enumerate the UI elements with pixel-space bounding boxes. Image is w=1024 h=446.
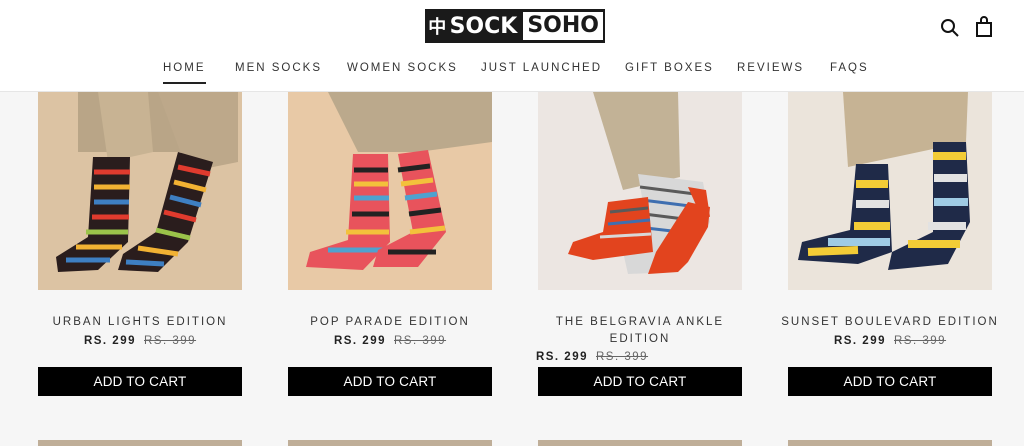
next-row-image (288, 440, 492, 446)
compare-price: RS. 399 (394, 335, 447, 347)
next-row-image (38, 440, 242, 446)
add-to-cart-button[interactable]: ADD TO CART (538, 367, 742, 396)
product-price: RS. 299 RS. 399 (38, 335, 242, 347)
product-image[interactable] (288, 92, 492, 290)
add-to-cart-button[interactable]: ADD TO CART (288, 367, 492, 396)
product-title[interactable]: POP PARADE EDITION (278, 314, 502, 331)
product-price: RS. 299 RS. 399 (490, 351, 694, 363)
nav-men-socks[interactable]: MEN SOCKS (235, 62, 322, 74)
logo-mark: 中 (428, 17, 447, 37)
add-to-cart-button[interactable]: ADD TO CART (38, 367, 242, 396)
logo-text-sock: SOCK (449, 13, 518, 39)
main-nav: HOME MEN SOCKS WOMEN SOCKS JUST LAUNCHED… (0, 58, 1024, 92)
sale-price: RS. 299 (535, 351, 588, 363)
product-title[interactable]: THE BELGRAVIA ANKLE EDITION (528, 314, 752, 348)
nav-just-launched[interactable]: JUST LAUNCHED (481, 62, 602, 74)
sale-price: RS. 299 (83, 335, 136, 347)
search-icon[interactable] (940, 18, 960, 38)
next-row-image (788, 440, 992, 446)
nav-women-socks[interactable]: WOMEN SOCKS (347, 62, 458, 74)
product-image[interactable] (788, 92, 992, 290)
shopping-bag-icon[interactable] (974, 16, 994, 38)
product-image[interactable] (538, 92, 742, 290)
next-row-image (538, 440, 742, 446)
product-price: RS. 299 RS. 399 (788, 335, 992, 347)
nav-faqs[interactable]: FAQS (830, 62, 869, 74)
sale-price: RS. 299 (833, 335, 886, 347)
add-to-cart-button[interactable]: ADD TO CART (788, 367, 992, 396)
logo-text-soho: SOHO (523, 12, 603, 40)
site-logo[interactable]: 中 SOCK SOHO (425, 9, 605, 43)
product-image[interactable] (38, 92, 242, 290)
product-price: RS. 299 RS. 399 (288, 335, 492, 347)
compare-price: RS. 399 (596, 351, 649, 363)
nav-home[interactable]: HOME (163, 62, 206, 84)
sale-price: RS. 299 (333, 335, 386, 347)
compare-price: RS. 399 (894, 335, 947, 347)
product-title[interactable]: SUNSET BOULEVARD EDITION (778, 314, 1002, 331)
product-title[interactable]: URBAN LIGHTS EDITION (28, 314, 252, 331)
nav-reviews[interactable]: REVIEWS (737, 62, 804, 74)
nav-gift-boxes[interactable]: GIFT BOXES (625, 62, 714, 74)
site-header: 中 SOCK SOHO HOME MEN SOCKS WOMEN SOCKS J… (0, 0, 1024, 92)
compare-price: RS. 399 (144, 335, 197, 347)
